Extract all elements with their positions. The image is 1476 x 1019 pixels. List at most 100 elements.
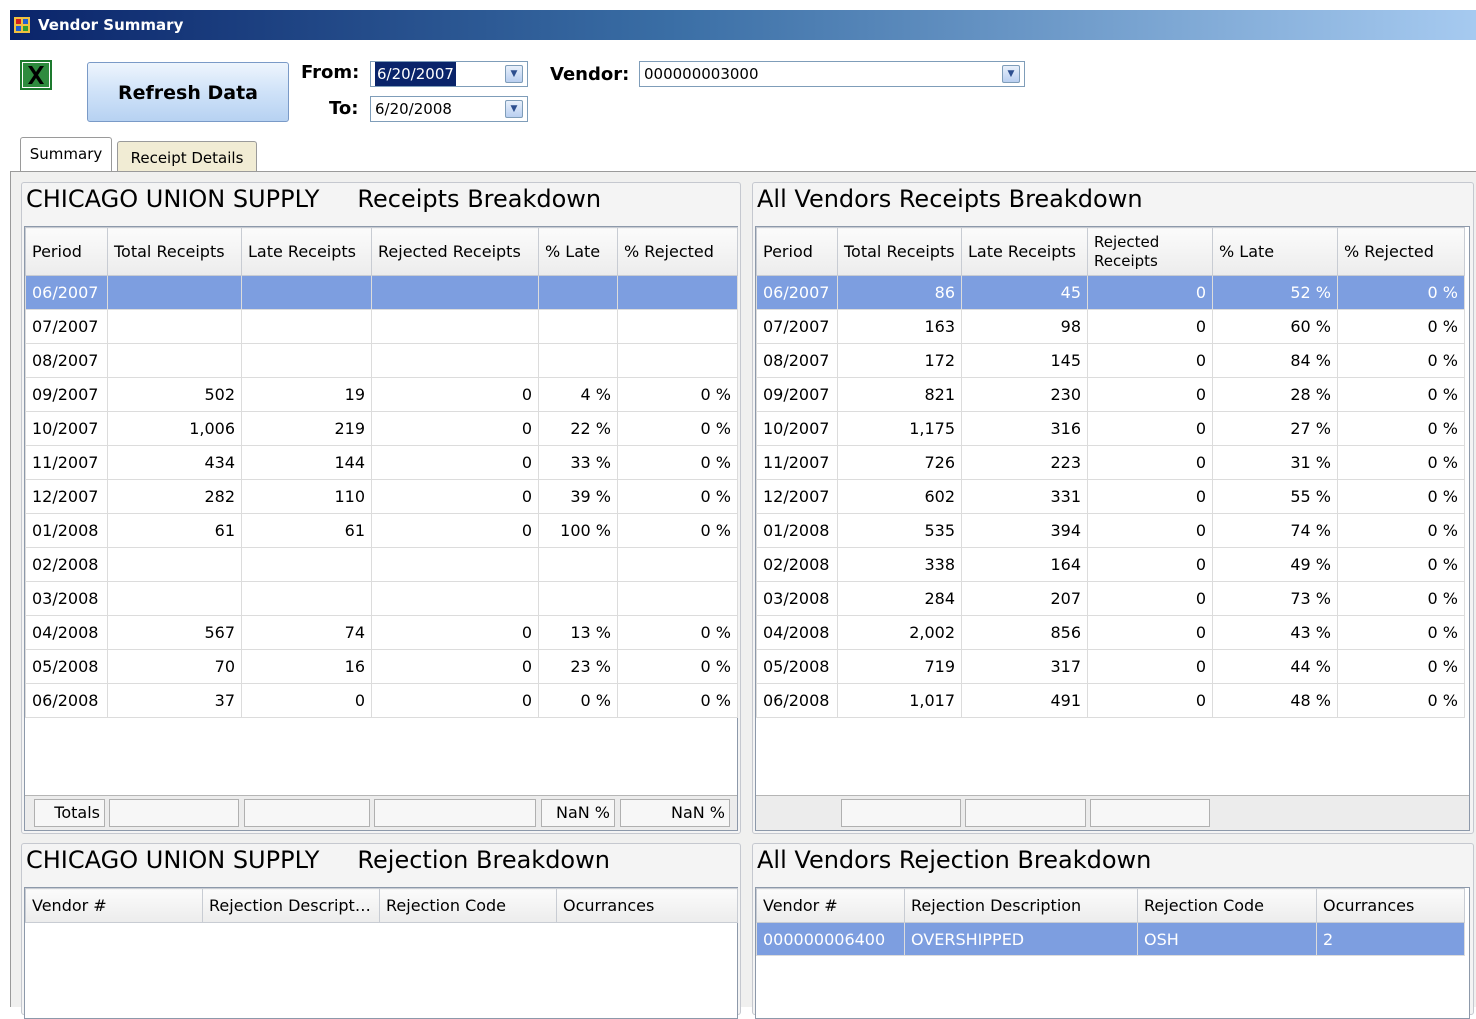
- excel-export-icon[interactable]: [20, 60, 54, 90]
- table-cell: 06/2008: [756, 683, 838, 718]
- table-cell: 1,175: [837, 411, 962, 446]
- table-row[interactable]: 03/2008 284 207 0 73 % 0 %: [756, 581, 1465, 616]
- refresh-data-button[interactable]: Refresh Data: [87, 62, 289, 122]
- table-row[interactable]: 03/2008: [25, 581, 738, 616]
- column-header[interactable]: Late Receipts: [961, 227, 1088, 276]
- tab-receipt-details[interactable]: Receipt Details: [117, 141, 257, 173]
- vendor-value: 000000003000: [644, 65, 759, 83]
- column-header[interactable]: Rejection Code: [1137, 888, 1317, 923]
- all-vendors-receipts-panel: All Vendors Receipts Breakdown Period Tot…: [752, 182, 1474, 834]
- column-header[interactable]: Rejected Receipts: [371, 227, 539, 276]
- column-header[interactable]: Rejection Description: [904, 888, 1138, 923]
- table-cell: 0 %: [617, 649, 738, 684]
- table-cell: 43 %: [1212, 615, 1338, 650]
- table-cell: 0 %: [1337, 411, 1465, 446]
- table-cell: 1,017: [837, 683, 962, 718]
- table-cell: 28 %: [1212, 377, 1338, 412]
- column-header[interactable]: % Late: [538, 227, 618, 276]
- column-header[interactable]: Rejection Descript…: [202, 888, 380, 923]
- table-row[interactable]: 07/2007: [25, 309, 738, 344]
- table-cell: 04/2008: [756, 615, 838, 650]
- table-row[interactable]: 05/2008 719 317 0 44 % 0 %: [756, 649, 1465, 684]
- column-header[interactable]: Vendor #: [25, 888, 203, 923]
- table-cell: 05/2008: [756, 649, 838, 684]
- table-cell: [241, 343, 372, 378]
- table-row[interactable]: 06/2007 86 45 0 52 % 0 %: [756, 275, 1465, 310]
- table-cell: 0: [1087, 275, 1213, 310]
- table-row[interactable]: 01/2008 61 61 0 100 % 0 %: [25, 513, 738, 548]
- table-row[interactable]: 02/2008: [25, 547, 738, 582]
- column-header[interactable]: Vendor #: [756, 888, 905, 923]
- table-cell: 05/2008: [25, 649, 108, 684]
- table-cell: 09/2007: [756, 377, 838, 412]
- table-cell: 09/2007: [25, 377, 108, 412]
- table-cell: 0 %: [1337, 309, 1465, 344]
- table-cell: [107, 547, 242, 582]
- column-header[interactable]: Ocurrances: [556, 888, 738, 923]
- vendor-receipts-grid[interactable]: Period Total Receipts Late Receipts Rejecte…: [24, 226, 738, 831]
- vendor-rejection-grid[interactable]: Vendor # Rejection Descript… Rejection Cod…: [24, 887, 738, 1019]
- column-header[interactable]: Ocurrances: [1316, 888, 1465, 923]
- table-cell: 22 %: [538, 411, 618, 446]
- table-row[interactable]: 05/2008 70 16 0 23 % 0 %: [25, 649, 738, 684]
- vendor-dropdown-icon[interactable]: ▼: [1002, 65, 1020, 83]
- table-cell: 0: [371, 683, 539, 718]
- column-header[interactable]: % Late: [1212, 227, 1338, 276]
- table-row[interactable]: 04/2008 567 74 0 13 % 0 %: [25, 615, 738, 650]
- table-cell: 0 %: [1337, 649, 1465, 684]
- all-vendors-rejection-grid[interactable]: Vendor # Rejection Description Rejection C…: [755, 887, 1470, 1019]
- all-totals-cell-3: [1090, 799, 1210, 827]
- table-cell: 0 %: [617, 615, 738, 650]
- table-cell: 317: [961, 649, 1088, 684]
- all-totals-cell-1: [841, 799, 961, 827]
- table-row[interactable]: 07/2007 163 98 0 60 % 0 %: [756, 309, 1465, 344]
- column-header[interactable]: Rejected Receipts: [1087, 227, 1213, 276]
- column-header[interactable]: Total Receipts: [107, 227, 242, 276]
- from-dropdown-icon[interactable]: ▼: [505, 65, 523, 83]
- table-row[interactable]: 02/2008 338 164 0 49 % 0 %: [756, 547, 1465, 582]
- table-row[interactable]: 06/2008 1,017 491 0 48 % 0 %: [756, 683, 1465, 718]
- table-cell: 0 %: [617, 445, 738, 480]
- column-header[interactable]: % Rejected: [617, 227, 738, 276]
- section-title: Receipts Breakdown: [357, 185, 602, 213]
- table-row[interactable]: 06/2007: [25, 275, 738, 310]
- table-row[interactable]: 09/2007 821 230 0 28 % 0 %: [756, 377, 1465, 412]
- vendor-select[interactable]: 000000003000 ▼: [639, 61, 1025, 87]
- table-row[interactable]: 10/2007 1,175 316 0 27 % 0 %: [756, 411, 1465, 446]
- table-row[interactable]: 12/2007 602 331 0 55 % 0 %: [756, 479, 1465, 514]
- table-row[interactable]: 06/2008 37 0 0 0 % 0 %: [25, 683, 738, 718]
- table-row[interactable]: 11/2007 434 144 0 33 % 0 %: [25, 445, 738, 480]
- table-row[interactable]: 09/2007 502 19 0 4 % 0 %: [25, 377, 738, 412]
- column-header[interactable]: Total Receipts: [837, 227, 962, 276]
- table-row[interactable]: 08/2007 172 145 0 84 % 0 %: [756, 343, 1465, 378]
- column-header[interactable]: % Rejected: [1337, 227, 1465, 276]
- column-header[interactable]: Period: [756, 227, 838, 276]
- section-title: Rejection Breakdown: [357, 846, 610, 874]
- table-row[interactable]: 04/2008 2,002 856 0 43 % 0 %: [756, 615, 1465, 650]
- table-row[interactable]: 10/2007 1,006 219 0 22 % 0 %: [25, 411, 738, 446]
- column-header[interactable]: Period: [25, 227, 108, 276]
- table-row[interactable]: 01/2008 535 394 0 74 % 0 %: [756, 513, 1465, 548]
- column-header[interactable]: Late Receipts: [241, 227, 372, 276]
- table-row[interactable]: 08/2007: [25, 343, 738, 378]
- table-cell: 48 %: [1212, 683, 1338, 718]
- table-cell: 08/2007: [25, 343, 108, 378]
- to-dropdown-icon[interactable]: ▼: [505, 100, 523, 118]
- table-cell: 2,002: [837, 615, 962, 650]
- table-row[interactable]: 11/2007 726 223 0 31 % 0 %: [756, 445, 1465, 480]
- all-vendors-rejection-panel: All Vendors Rejection Breakdown Vendor #…: [752, 843, 1474, 1019]
- all-vendors-receipts-grid[interactable]: Period Total Receipts Late Receipts Rejecte…: [755, 226, 1470, 831]
- tab-summary[interactable]: Summary: [20, 137, 112, 172]
- vendor-rejection-panel: CHICAGO UNION SUPPLY Rejection Breakdown …: [21, 843, 741, 1019]
- table-cell: 16: [241, 649, 372, 684]
- table-row[interactable]: 000000006400 OVERSHIPPED OSH 2: [756, 922, 1465, 956]
- table-row[interactable]: 12/2007 282 110 0 39 % 0 %: [25, 479, 738, 514]
- table-cell: 39 %: [538, 479, 618, 514]
- column-header[interactable]: Rejection Code: [379, 888, 557, 923]
- to-date-picker[interactable]: 6/20/2008 ▼: [370, 96, 528, 122]
- from-date-picker[interactable]: 6/20/2007 ▼: [370, 61, 528, 87]
- table-cell: 0: [371, 411, 539, 446]
- table-cell: 12/2007: [756, 479, 838, 514]
- table-cell: 331: [961, 479, 1088, 514]
- vendor-receipts-title: CHICAGO UNION SUPPLY Receipts Breakdown: [26, 185, 601, 213]
